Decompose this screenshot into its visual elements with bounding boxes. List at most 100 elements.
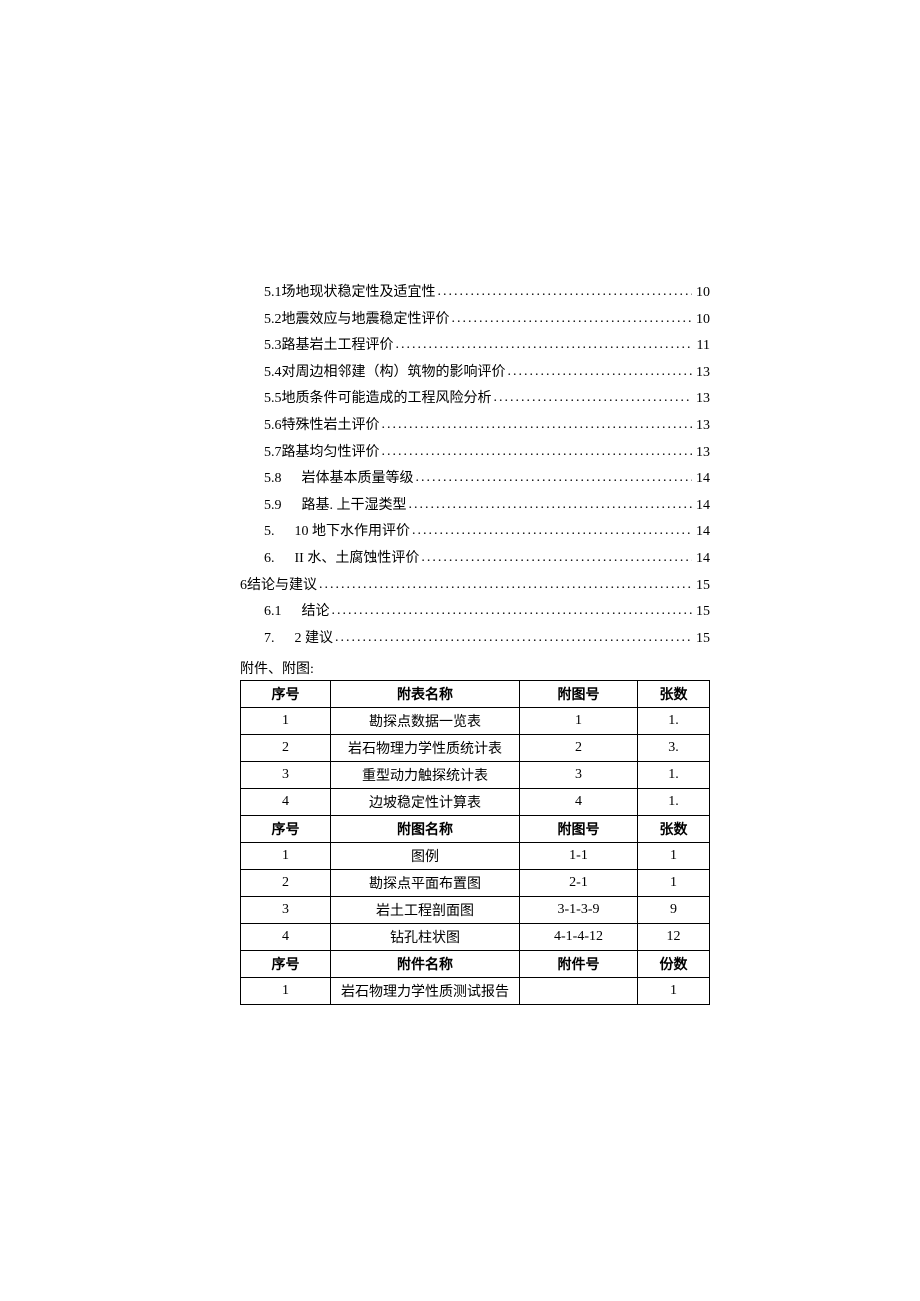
table-row: 2岩石物理力学性质统计表23. [241, 735, 710, 762]
toc-leader-dots [436, 279, 695, 306]
toc-leader-dots [492, 385, 695, 412]
table-cell: 2 [241, 870, 331, 897]
toc-entry: 5.7 路基均匀性评价13 [240, 440, 710, 467]
table-cell: 岩石物理力学性质统计表 [331, 735, 520, 762]
table-cell: 1. [638, 789, 710, 816]
toc-entry-page: 14 [694, 546, 710, 573]
table-header-cell: 张数 [638, 816, 710, 843]
toc-entry-number: 5.5 [264, 386, 282, 413]
attachments-caption: 附件、附图: [240, 658, 710, 678]
document-page: 5.1 场地现状稳定性及适宜性105.2 地震效应与地震稳定性评价105.3 路… [0, 0, 920, 1301]
toc-entry: 6 结论与建议 15 [240, 573, 710, 600]
toc-leader-dots [380, 412, 695, 439]
toc-entry-number: 5.7 [264, 440, 282, 467]
toc-entry-page: 13 [694, 386, 710, 413]
table-row: 3重型动力触探统计表31. [241, 762, 710, 789]
toc-entry-title: II 水、土腐蚀性评价 [295, 546, 420, 573]
table-row: 4钻孔柱状图4-1-4-1212 [241, 924, 710, 951]
table-cell: 1 [520, 708, 638, 735]
toc-entry: 5.9路基. 上干湿类型14 [240, 493, 710, 520]
toc-entry-title: 10 地下水作用评价 [295, 519, 411, 546]
table-row: 4边坡稳定性计算表41. [241, 789, 710, 816]
table-cell [520, 978, 638, 1005]
table-header-row: 序号附图名称附图号张数 [241, 816, 710, 843]
table-header-cell: 序号 [241, 816, 331, 843]
table-cell: 1 [638, 870, 710, 897]
table-cell: 2 [241, 735, 331, 762]
table-cell: 勘探点数据一览表 [331, 708, 520, 735]
table-header-cell: 附图号 [520, 681, 638, 708]
toc-entry: 5.5 地质条件可能造成的工程风险分析13 [240, 386, 710, 413]
toc-leader-dots [419, 545, 694, 572]
toc-entry-number: 6 [240, 573, 247, 600]
table-cell: 勘探点平面布置图 [331, 870, 520, 897]
toc-entry-title: 地震效应与地震稳定性评价 [282, 307, 450, 334]
toc-leader-dots [394, 332, 695, 359]
table-cell: 岩石物理力学性质测试报告 [331, 978, 520, 1005]
toc-entry-page: 15 [694, 626, 710, 653]
toc-entry-title: 2 建议 [295, 626, 334, 653]
toc-entry-number: 7. [264, 626, 275, 653]
toc-entry-page: 15 [694, 573, 710, 600]
table-header-cell: 附图名称 [331, 816, 520, 843]
toc-entry-title: 特殊性岩土评价 [282, 413, 380, 440]
toc-entry: 6. II 水、土腐蚀性评价 14 [240, 546, 710, 573]
toc-entry-number: 5.6 [264, 413, 282, 440]
table-cell: 3 [520, 762, 638, 789]
toc-entry: 5.1 场地现状稳定性及适宜性10 [240, 280, 710, 307]
table-cell: 3 [241, 762, 331, 789]
toc-entry-page: 14 [694, 466, 710, 493]
table-header-cell: 序号 [241, 951, 331, 978]
toc-entry-page: 15 [694, 599, 710, 626]
table-cell: 1 [241, 708, 331, 735]
table-cell: 重型动力触探统计表 [331, 762, 520, 789]
table-row: 1图例1-11 [241, 843, 710, 870]
toc-entry: 6.1 结论 15 [240, 599, 710, 626]
table-cell: 1 [638, 978, 710, 1005]
toc-leader-dots [407, 492, 695, 519]
table-cell: 边坡稳定性计算表 [331, 789, 520, 816]
toc-entry: 5.4 对周边相邻建（构）筑物的影响评价13 [240, 360, 710, 387]
table-header-cell: 序号 [241, 681, 331, 708]
toc-leader-dots [330, 598, 695, 625]
table-cell: 12 [638, 924, 710, 951]
table-cell: 9 [638, 897, 710, 924]
table-cell: 钻孔柱状图 [331, 924, 520, 951]
toc-entry: 5.6 特殊性岩土评价 13 [240, 413, 710, 440]
toc-entry-page: 14 [694, 493, 710, 520]
table-of-contents: 5.1 场地现状稳定性及适宜性105.2 地震效应与地震稳定性评价105.3 路… [240, 280, 710, 652]
toc-entry-number: 5. [264, 519, 275, 546]
toc-entry: 5.2 地震效应与地震稳定性评价10 [240, 307, 710, 334]
toc-entry: 7. 2 建议 15 [240, 626, 710, 653]
toc-entry-title: 结论与建议 [247, 573, 317, 600]
table-cell: 1 [241, 978, 331, 1005]
table-row: 1勘探点数据一览表11. [241, 708, 710, 735]
table-cell: 4 [520, 789, 638, 816]
toc-leader-dots [506, 359, 695, 386]
table-header-cell: 附图号 [520, 816, 638, 843]
toc-entry-title: 路基岩土工程评价 [282, 333, 394, 360]
toc-entry-number: 6. [264, 546, 275, 573]
table-cell: 图例 [331, 843, 520, 870]
toc-entry-page: 13 [694, 413, 710, 440]
toc-leader-dots [380, 439, 695, 466]
toc-leader-dots [410, 518, 694, 545]
toc-entry-title: 结论 [302, 599, 330, 626]
toc-entry-page: 11 [695, 333, 710, 360]
toc-entry-number: 6.1 [264, 599, 282, 626]
toc-entry-number: 5.8 [264, 466, 282, 493]
table-cell: 3-1-3-9 [520, 897, 638, 924]
toc-entry-page: 10 [694, 307, 710, 334]
attachments-table: 序号附表名称附图号张数1勘探点数据一览表11.2岩石物理力学性质统计表23.3重… [240, 680, 710, 1005]
table-row: 3岩土工程剖面图3-1-3-99 [241, 897, 710, 924]
toc-entry-page: 10 [694, 280, 710, 307]
table-cell: 1 [241, 843, 331, 870]
table-cell: 1 [638, 843, 710, 870]
toc-entry-title: 对周边相邻建（构）筑物的影响评价 [282, 360, 506, 387]
table-cell: 4-1-4-12 [520, 924, 638, 951]
table-cell: 1. [638, 762, 710, 789]
table-cell: 4 [241, 789, 331, 816]
table-header-cell: 张数 [638, 681, 710, 708]
table-cell: 1-1 [520, 843, 638, 870]
table-header-cell: 份数 [638, 951, 710, 978]
